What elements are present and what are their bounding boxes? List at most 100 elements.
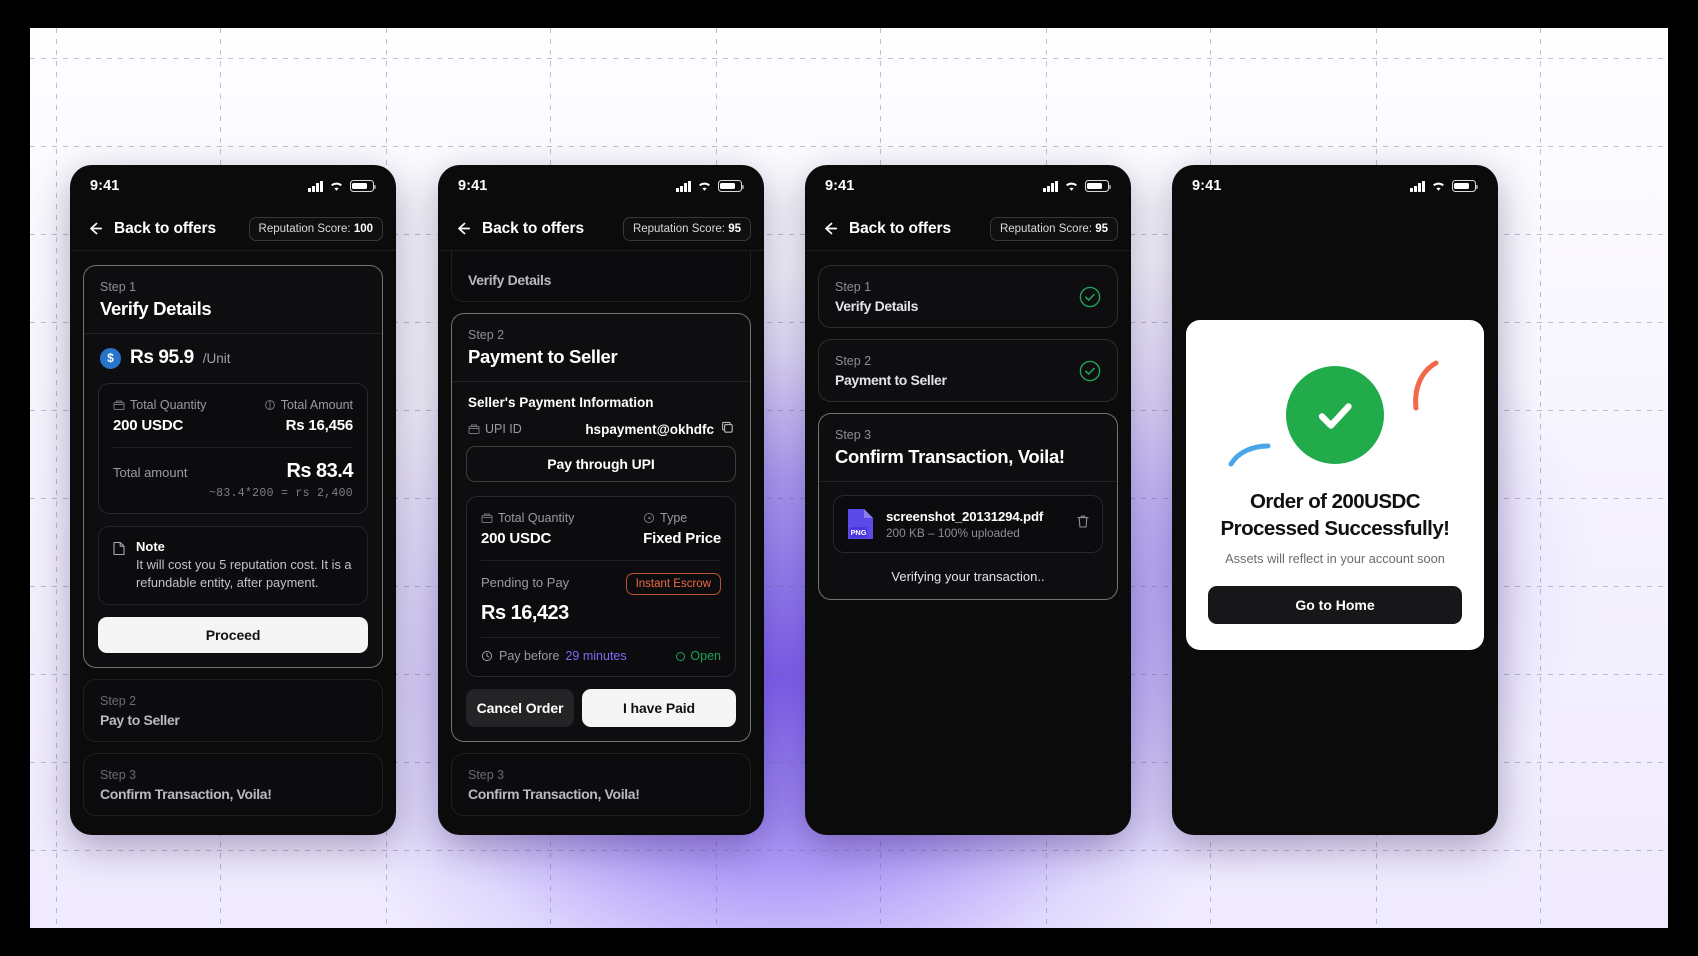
- summary-top-row: Total Quantity 200 USDC Total Amount Rs …: [113, 398, 353, 434]
- step-card-3[interactable]: Step 3 Confirm Transaction, Voila! PNG s…: [818, 413, 1118, 600]
- nav-title[interactable]: Back to offers: [849, 220, 951, 238]
- pending-value: Rs 16,423: [481, 602, 569, 624]
- uploaded-file-row: PNG screenshot_20131294.pdf 200 KB – 100…: [833, 495, 1103, 553]
- back-arrow-icon[interactable]: [86, 220, 103, 237]
- amount-icon: [264, 400, 275, 410]
- note-body: It will cost you 5 reputation cost. It i…: [136, 557, 352, 591]
- nav-bar: Back to offers Reputation Score: 95: [805, 207, 1131, 251]
- step-2-title: Payment to Seller: [835, 372, 947, 388]
- pay-through-upi-button[interactable]: Pay through UPI: [466, 446, 736, 482]
- check-icon: [1318, 403, 1352, 429]
- png-file-icon: PNG: [846, 507, 875, 541]
- delete-file-icon[interactable]: [1076, 514, 1090, 534]
- total-quantity-value: 200 USDC: [113, 417, 184, 434]
- upi-row: UPI ID hspayment@okhdfc: [452, 410, 750, 446]
- total-quantity-label: Total Quantity: [130, 398, 207, 412]
- grand-total-label: Total amount: [113, 465, 188, 480]
- nav-bar: Back to offers Reputation Score: 100: [70, 207, 396, 251]
- reputation-score-badge: Reputation Score: 95: [989, 216, 1118, 241]
- summary-divider: [113, 447, 353, 448]
- reputation-label: Reputation Score:: [999, 222, 1092, 235]
- total-amount-value: Rs 16,456: [285, 417, 354, 434]
- pay-before-label: Pay before: [499, 649, 560, 663]
- nav-title[interactable]: Back to offers: [114, 220, 216, 238]
- type-icon: [644, 512, 655, 524]
- status-bar: 9:41: [438, 165, 764, 207]
- status-icons: [1043, 180, 1112, 192]
- step-card-1-complete[interactable]: Step 1 Verify Details: [818, 265, 1118, 328]
- status-open-label: Open: [690, 649, 721, 663]
- total-amount-label-row: Total Amount: [264, 398, 353, 412]
- success-check-circle: [1286, 366, 1384, 464]
- step-3-title: Confirm Transaction, Voila!: [835, 446, 1065, 467]
- note-text-block: Note It will cost you 5 reputation cost.…: [136, 539, 354, 592]
- grand-total-row: Total amount Rs 83.4: [113, 460, 353, 483]
- step-2-header: Step 2 Payment to Seller: [452, 314, 750, 381]
- step-3-title: Confirm Transaction, Voila!: [100, 786, 272, 803]
- step-card-3[interactable]: Step 3 Confirm Transaction, Voila!: [83, 753, 383, 817]
- status-bar: 9:41: [805, 165, 1131, 207]
- step-card-2-complete[interactable]: Step 2 Payment to Seller: [818, 339, 1118, 402]
- order-status: Open: [676, 649, 721, 663]
- file-text-block: screenshot_20131294.pdf 200 KB – 100% up…: [886, 509, 1043, 540]
- unit-price-suffix: /Unit: [202, 350, 231, 366]
- action-buttons: Cancel Order I have Paid: [452, 689, 750, 741]
- phone-screen-payment: 9:41 Back to offers Reputation Score: 95: [438, 165, 764, 835]
- i-have-paid-button[interactable]: I have Paid: [582, 689, 736, 727]
- pay-upi-button-wrap: Pay through UPI: [452, 446, 750, 496]
- file-meta: 200 KB – 100% uploaded: [886, 525, 1020, 540]
- total-quantity-label-row: Total Quantity: [481, 511, 574, 525]
- copy-icon[interactable]: [721, 421, 734, 437]
- step-1-title: Verify Details: [468, 272, 552, 288]
- proceed-button[interactable]: Proceed: [98, 617, 368, 654]
- reputation-score-badge: Reputation Score: 95: [622, 216, 751, 241]
- grid-column-line: [1540, 28, 1541, 928]
- step-card-2[interactable]: Step 2 Pay to Seller: [83, 679, 383, 743]
- nav-title[interactable]: Back to offers: [482, 220, 584, 238]
- total-quantity-value: 200 USDC: [481, 530, 552, 547]
- grand-total-value: Rs 83.4: [286, 460, 353, 482]
- step-2-title: Pay to Seller: [100, 712, 180, 729]
- grid-row-line: [30, 850, 1668, 851]
- status-time: 9:41: [1192, 178, 1222, 194]
- type-value: Fixed Price: [643, 530, 721, 547]
- cellular-signal-icon: [1410, 180, 1425, 192]
- cancel-order-button[interactable]: Cancel Order: [466, 689, 574, 727]
- step-card-1-clipped[interactable]: Verify Details: [451, 251, 751, 302]
- total-quantity-block: Total Quantity 200 USDC: [481, 511, 574, 547]
- battery-icon: [1085, 180, 1112, 192]
- total-quantity-label-row: Total Quantity: [113, 398, 206, 412]
- battery-icon: [1452, 180, 1479, 192]
- step-card-2[interactable]: Step 2 Payment to Seller Seller's Paymen…: [451, 313, 751, 742]
- step-1-header: Step 1 Verify Details: [819, 266, 1117, 327]
- step-1-title: Verify Details: [835, 298, 919, 314]
- phone1-content: Step 1 Verify Details $ Rs 95.9 /Unit To…: [70, 251, 396, 835]
- blue-arc-accent: [1228, 443, 1271, 467]
- pending-label: Pending to Pay: [481, 575, 570, 590]
- step-card-1[interactable]: Step 1 Verify Details $ Rs 95.9 /Unit To…: [83, 265, 383, 669]
- grid-column-line: [56, 28, 57, 928]
- order-summary-box: Total Quantity 200 USDC Total Amount Rs …: [98, 383, 368, 514]
- back-arrow-icon[interactable]: [821, 220, 838, 237]
- type-label: Type: [660, 511, 688, 525]
- step-3-title: Confirm Transaction, Voila!: [468, 786, 640, 802]
- go-to-home-button[interactable]: Go to Home: [1208, 586, 1462, 625]
- phone3-content: Step 1 Verify Details Step 2 Payment to …: [805, 251, 1131, 835]
- status-dot-icon: [676, 651, 686, 661]
- step-3-header: Step 3 Confirm Transaction, Voila!: [819, 414, 1117, 481]
- type-label-row: Type: [643, 511, 721, 525]
- note-box: Note It will cost you 5 reputation cost.…: [98, 526, 368, 606]
- reputation-label: Reputation Score:: [258, 222, 351, 235]
- reputation-value: 95: [1095, 222, 1108, 235]
- status-bar: 9:41: [70, 165, 396, 207]
- unit-price-value: Rs 95.9: [130, 347, 194, 368]
- status-bar: 9:41: [1172, 165, 1498, 207]
- battery-icon: [350, 180, 377, 192]
- total-amount-label: Total Amount: [280, 398, 353, 412]
- step-complete-check-icon: [1079, 286, 1101, 308]
- reputation-value: 95: [728, 222, 741, 235]
- proceed-button-wrap: Proceed: [84, 617, 382, 667]
- back-arrow-icon[interactable]: [454, 220, 471, 237]
- step-complete-check-icon: [1079, 360, 1101, 382]
- step-card-3[interactable]: Step 3 Confirm Transaction, Voila!: [451, 753, 751, 816]
